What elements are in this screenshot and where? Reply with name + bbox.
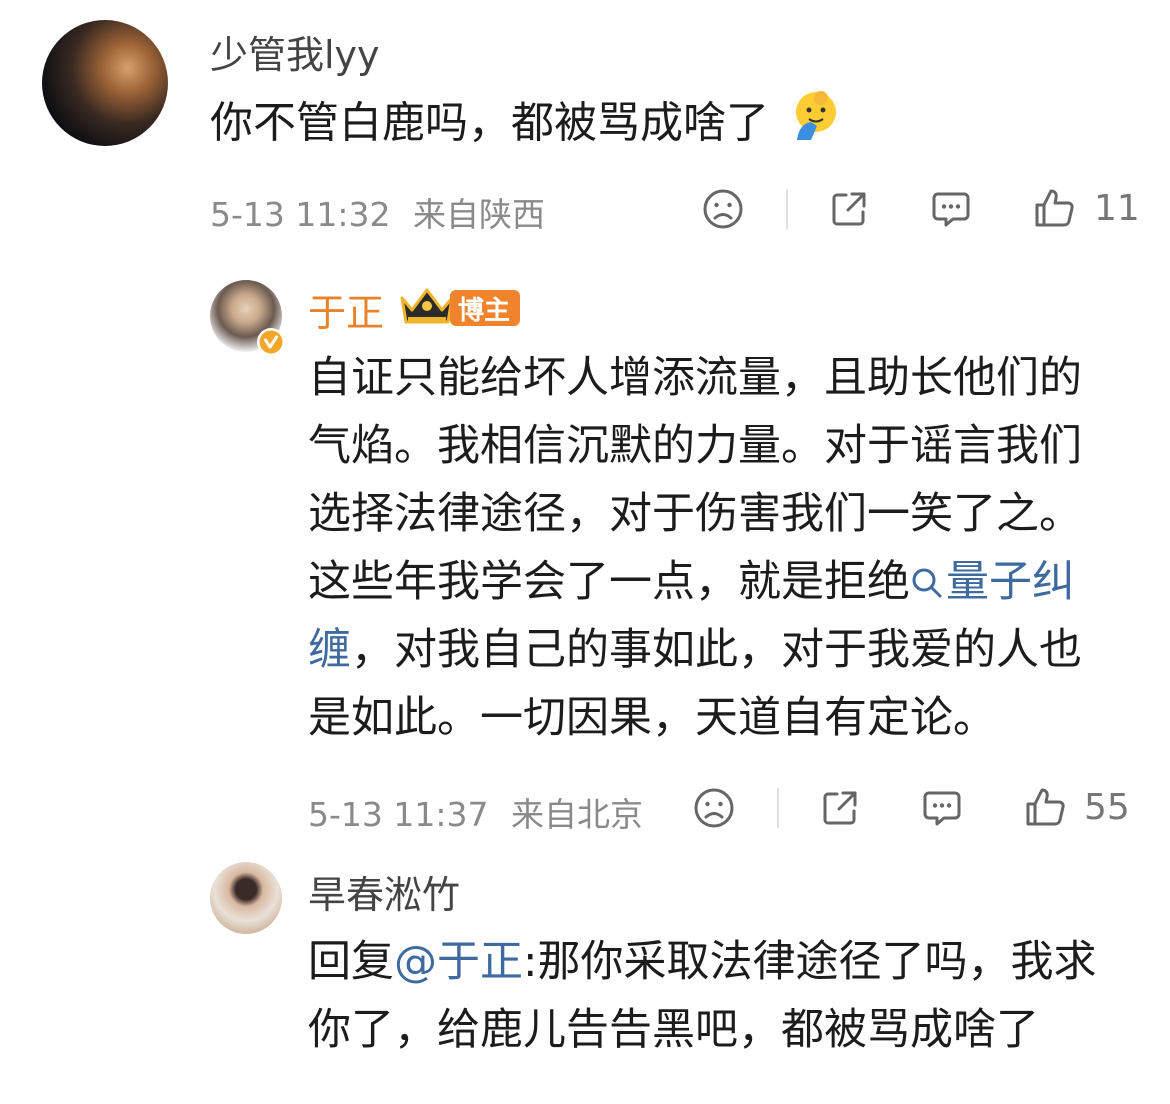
share-button[interactable] [826, 186, 872, 232]
comment-username[interactable]: 于正 [308, 282, 384, 337]
dislike-button[interactable] [691, 785, 737, 831]
reply-time: 5-13 11:37 [308, 795, 489, 834]
comment-meta: 5-13 11:32 来自陕西 [210, 188, 545, 236]
verified-badge-icon [256, 327, 286, 357]
comment-text-body: 你不管白鹿吗，都被骂成啥了 [210, 98, 769, 149]
comment-bubble-icon [932, 192, 970, 227]
thumbs-up-icon [1026, 788, 1065, 826]
sad-face-icon [694, 788, 734, 828]
avatar[interactable] [210, 862, 282, 934]
reply-text: 回复@于正:那你采取法律途径了吗，我求你了，给鹿儿告告黑吧，都被骂成啥了 [308, 928, 1120, 1064]
comment-time: 5-13 11:32 [210, 195, 391, 234]
blogger-badge: 博主 [450, 290, 521, 326]
reply-text: 自证只能给坏人增添流量，且助长他们的气焰。我相信沉默的力量。对于谣言我们选择法律… [308, 344, 1120, 752]
reply-location: 来自北京 [511, 795, 643, 834]
avatar[interactable] [42, 20, 168, 146]
share-icon [832, 192, 866, 226]
comment-bubble-icon [923, 791, 961, 826]
like-button[interactable] [1021, 783, 1069, 831]
sad-face-icon [703, 189, 743, 229]
share-icon [823, 791, 857, 825]
crown-icon [398, 284, 456, 328]
reply-meta: 5-13 11:37 来自北京 [308, 788, 643, 836]
share-button[interactable] [817, 785, 863, 831]
like-button[interactable] [1030, 184, 1078, 232]
reply-button[interactable] [928, 186, 974, 232]
comment-location: 来自陕西 [413, 195, 545, 234]
mention-link[interactable]: @于正 [394, 937, 523, 987]
reply-button[interactable] [919, 785, 965, 831]
comment-username[interactable]: 旱春淞竹 [308, 864, 460, 919]
facepalm-emoji-icon [791, 88, 841, 164]
comment-text: 你不管白鹿吗，都被骂成啥了 [210, 88, 841, 164]
search-icon [912, 568, 942, 598]
divider [777, 788, 779, 828]
like-count: 55 [1084, 787, 1130, 828]
like-count: 11 [1094, 188, 1140, 229]
reply-text-part2: ，对我自己的事如此，对于我爱的人也是如此。一切因果，天道自有定论。 [308, 625, 1082, 743]
reply-prefix: 回复 [308, 937, 394, 987]
thumbs-up-icon [1035, 189, 1074, 227]
divider [786, 189, 788, 229]
comment-username[interactable]: 少管我lyy [210, 24, 380, 79]
dislike-button[interactable] [700, 186, 746, 232]
